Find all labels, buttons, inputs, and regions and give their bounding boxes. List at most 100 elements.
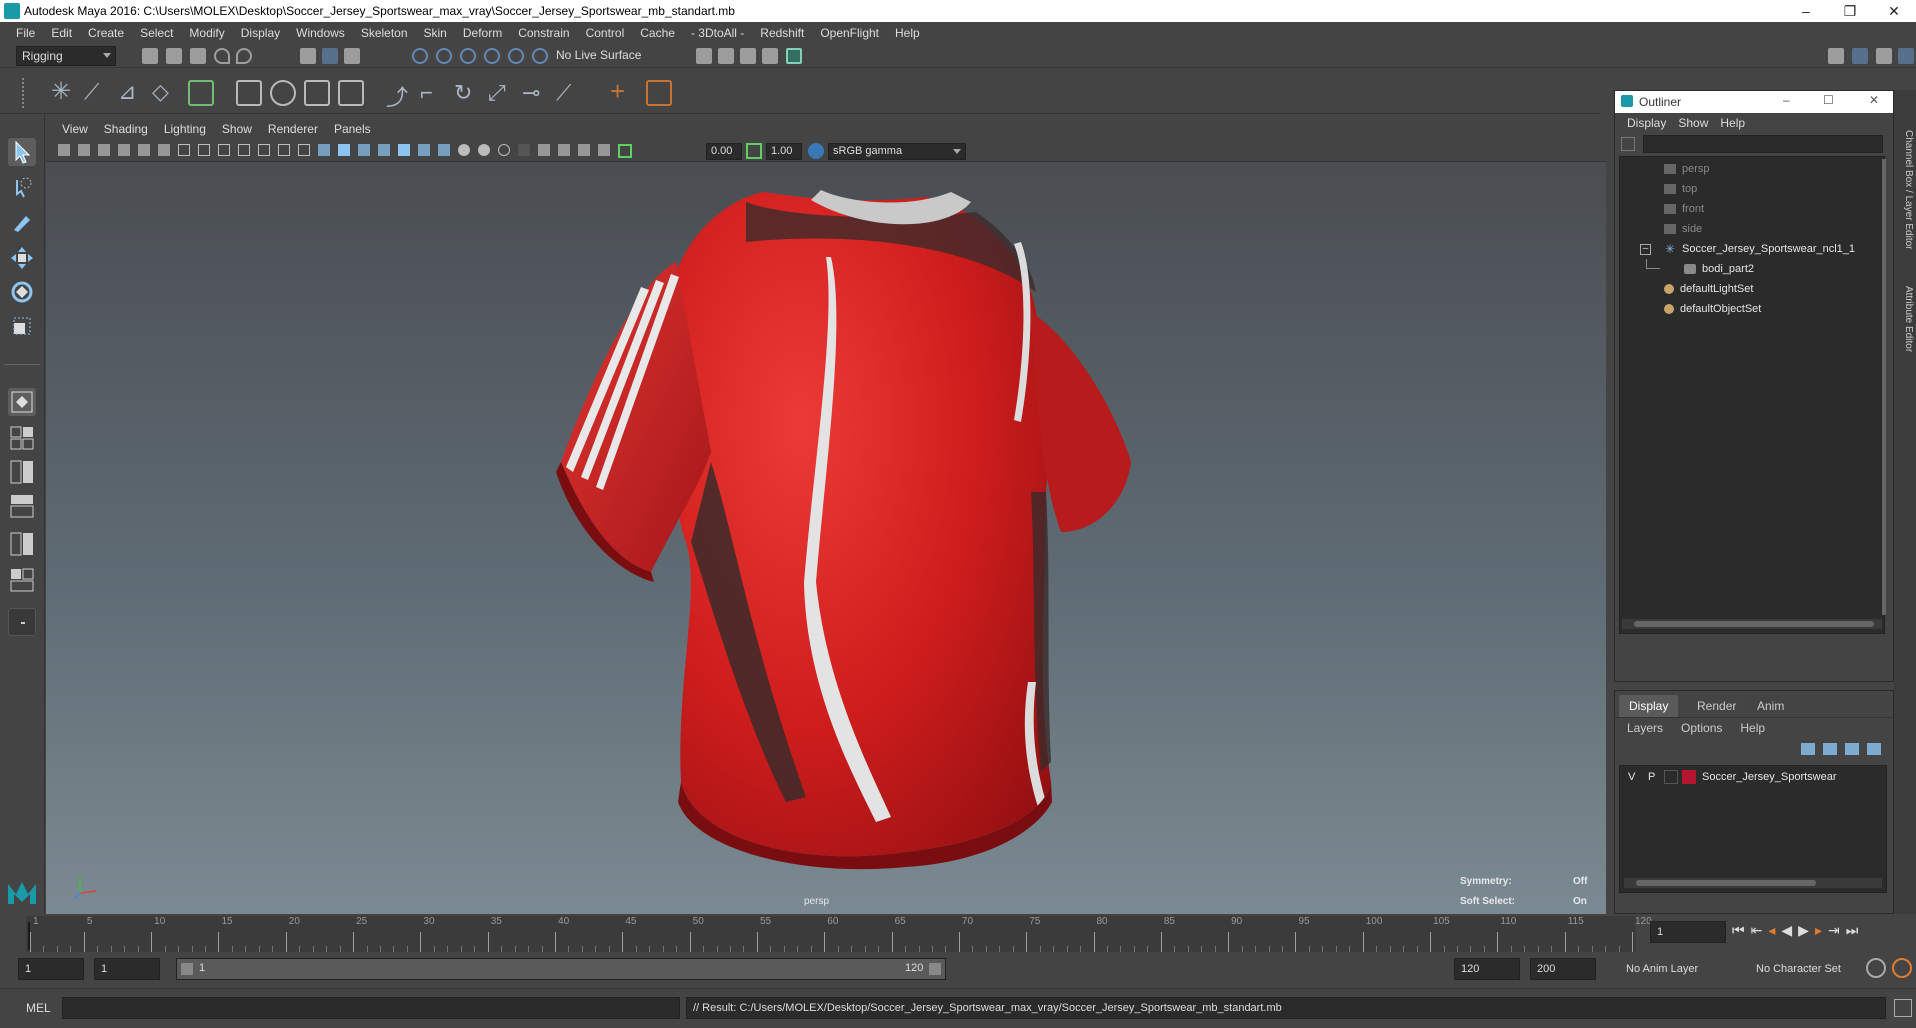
outliner-item[interactable]: defaultObjectSet (1664, 299, 1761, 319)
menu-create[interactable]: Create (80, 26, 132, 40)
character-set-dropdown[interactable]: No Character Set (1742, 959, 1866, 979)
blend-shape-icon[interactable] (338, 80, 364, 106)
film-gate-icon[interactable] (198, 144, 210, 156)
point-constraint-icon[interactable]: ⌐ (420, 80, 446, 106)
gamma-field[interactable]: 1.00 (766, 143, 802, 160)
channel-box-toggle-icon[interactable] (1898, 48, 1914, 64)
undo-icon[interactable] (214, 48, 230, 64)
attribute-editor-toggle-icon[interactable] (1852, 48, 1868, 64)
outliner-hscrollbar[interactable] (1622, 619, 1882, 629)
select-hierarchy-icon[interactable] (300, 48, 316, 64)
xray-components-icon[interactable] (578, 144, 590, 156)
tool-settings-icon[interactable] (1876, 48, 1892, 64)
grease-pencil-icon[interactable] (158, 144, 170, 156)
ik-spline-icon[interactable]: ⊿ (118, 80, 144, 106)
aim-constraint-icon[interactable]: ⊸ (522, 80, 548, 106)
isolate-select-icon[interactable] (518, 144, 530, 156)
step-back-key-icon[interactable]: ⇤ (1751, 922, 1763, 939)
layer-visibility-toggle[interactable]: V (1628, 768, 1635, 786)
layer-hscrollbar[interactable] (1624, 878, 1882, 888)
move-tool-icon[interactable] (8, 244, 36, 272)
new-layer-from-selection-icon[interactable] (1867, 743, 1881, 755)
outliner-menu-help[interactable]: Help (1714, 116, 1751, 130)
jersey-model[interactable] (46, 162, 1606, 914)
render-settings-icon[interactable] (740, 48, 756, 64)
snap-point-icon[interactable] (460, 48, 476, 64)
layer-color-swatch[interactable] (1682, 770, 1696, 784)
maximize-button[interactable]: ❐ (1828, 0, 1872, 22)
smooth-shade-icon[interactable] (338, 144, 350, 156)
collapse-icon[interactable]: – (1640, 244, 1651, 255)
menu-openflight[interactable]: OpenFlight (812, 26, 887, 40)
orient-constraint-icon[interactable]: ↻ (454, 80, 480, 106)
wireframe-icon[interactable] (318, 144, 330, 156)
layer-menu-help[interactable]: Help (1740, 721, 1765, 735)
modeling-toolkit-icon[interactable] (1828, 48, 1844, 64)
step-forward-frame-icon[interactable]: ▸ (1815, 922, 1822, 939)
ipr-render-icon[interactable] (718, 48, 734, 64)
menu-display[interactable]: Display (233, 26, 288, 40)
viewport-canvas[interactable]: Symmetry: Off Soft Select: On persp (46, 162, 1606, 914)
viewport-menu-view[interactable]: View (54, 122, 96, 136)
xray-icon[interactable] (538, 144, 550, 156)
animation-end-field[interactable]: 200 (1530, 958, 1596, 980)
outliner-item[interactable]: defaultLightSet (1664, 279, 1753, 299)
move-layer-down-icon[interactable] (1823, 743, 1837, 755)
gamma-icon[interactable] (746, 143, 762, 159)
menu-select[interactable]: Select (132, 26, 181, 40)
outliner-item[interactable]: ✳ Soccer_Jersey_Sportswear_ncl1_1 (1664, 239, 1855, 259)
paint-weights-icon[interactable]: ◇ (152, 80, 178, 106)
outliner-close-button[interactable]: ✕ (1869, 93, 1879, 107)
bind-skin-icon[interactable] (188, 80, 214, 106)
animation-start-field[interactable]: 1 (18, 958, 84, 980)
pole-vector-icon[interactable]: ⟋ (556, 80, 582, 106)
depth-of-field-icon[interactable] (498, 144, 510, 156)
layer-menu-options[interactable]: Options (1681, 721, 1722, 735)
redshift-render-icon[interactable] (786, 48, 802, 64)
scrollbar-thumb[interactable] (1636, 880, 1816, 886)
outliner-minimize-button[interactable]: – (1783, 93, 1790, 107)
scale-constraint-icon[interactable]: ⤢ (488, 80, 514, 106)
script-editor-icon[interactable] (1894, 999, 1912, 1017)
lattice-icon[interactable] (236, 80, 262, 106)
filter-icon[interactable] (1621, 137, 1635, 151)
outliner-item[interactable]: front (1664, 199, 1704, 219)
exposure-icon[interactable] (618, 144, 632, 158)
motion-blur-icon[interactable] (458, 144, 470, 156)
anti-aliasing-icon[interactable] (478, 144, 490, 156)
snap-surface-icon[interactable] (508, 48, 524, 64)
menu-control[interactable]: Control (578, 26, 633, 40)
range-slider[interactable]: 1 120 (176, 958, 946, 980)
go-to-end-icon[interactable]: ⏭ (1846, 922, 1859, 939)
menu-cache[interactable]: Cache (632, 26, 683, 40)
joint-tool-icon[interactable]: ✳ (48, 80, 74, 106)
menu-skeleton[interactable]: Skeleton (353, 26, 416, 40)
safe-title-icon[interactable] (298, 144, 310, 156)
menu-help[interactable]: Help (887, 26, 928, 40)
ik-handle-icon[interactable]: ⟋ (84, 80, 110, 106)
locator-icon[interactable]: + (610, 78, 636, 106)
custom-layout-icon[interactable] (8, 608, 36, 636)
menu-file[interactable]: File (8, 26, 43, 40)
image-plane-icon[interactable] (118, 144, 130, 156)
side-by-side-layout-icon[interactable] (8, 458, 36, 486)
playback-start-field[interactable]: 1 (94, 958, 160, 980)
viewport-menu-panels[interactable]: Panels (326, 122, 379, 136)
play-forwards-icon[interactable]: ▶ (1798, 922, 1809, 939)
render-frame-icon[interactable] (696, 48, 712, 64)
single-perspective-layout-icon[interactable] (8, 388, 36, 416)
lasso-tool-icon[interactable] (8, 174, 36, 202)
attribute-editor-tab[interactable]: Attribute Editor (1896, 286, 1914, 386)
menu-skin[interactable]: Skin (416, 26, 455, 40)
outliner-menu-display[interactable]: Display (1621, 116, 1672, 130)
outliner-menu-show[interactable]: Show (1672, 116, 1714, 130)
mel-command-input[interactable] (62, 997, 680, 1019)
field-chart-icon[interactable] (258, 144, 270, 156)
cluster-icon[interactable] (304, 80, 330, 106)
outliner-maximize-button[interactable]: ☐ (1823, 93, 1834, 107)
step-back-frame-icon[interactable]: ◂ (1768, 922, 1775, 939)
scale-tool-icon[interactable] (8, 312, 36, 340)
exposure-field[interactable]: 0.00 (706, 143, 742, 160)
graph-editor-layout-icon[interactable] (8, 530, 36, 558)
resolution-gate-icon[interactable] (218, 144, 230, 156)
